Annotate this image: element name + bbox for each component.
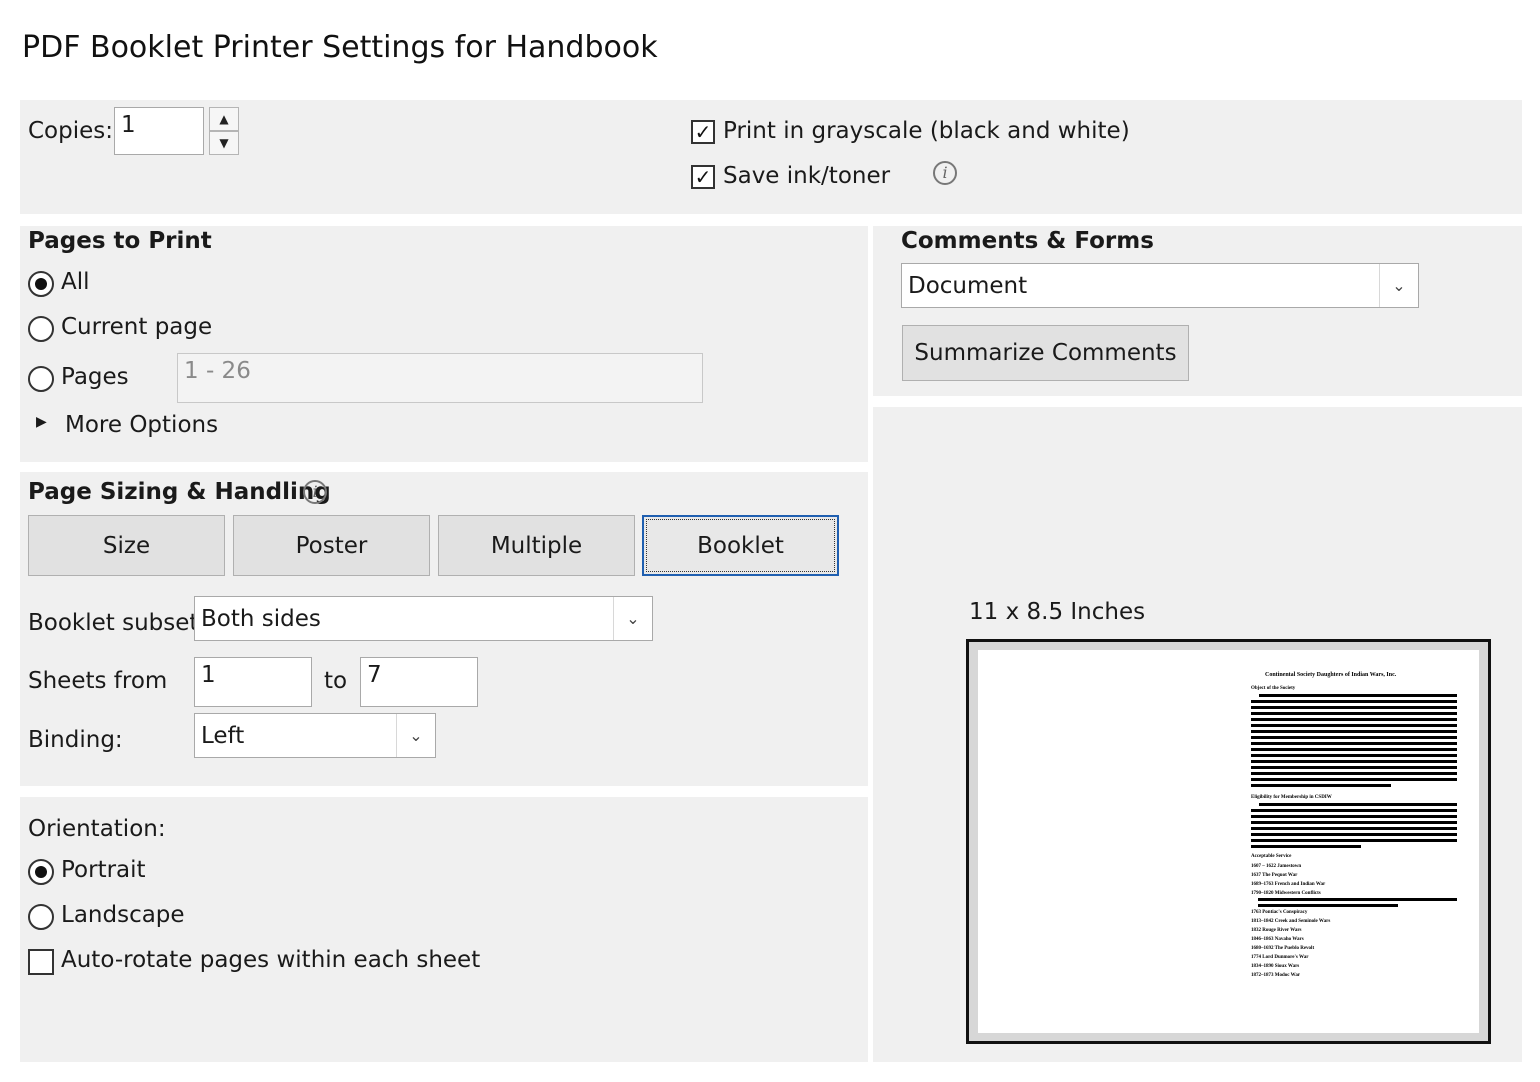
preview-war-item: 1763 Pontiac's Conspiracy [1251, 910, 1308, 915]
landscape-radio[interactable] [28, 904, 54, 930]
multiple-tab-button[interactable]: Multiple [438, 515, 635, 576]
grayscale-label: Print in grayscale (black and white) [723, 118, 1130, 144]
preview-war-item: 1790–1820 Midwestern Conflicts [1251, 891, 1321, 896]
dialog-title: PDF Booklet Printer Settings for Handboo… [22, 30, 658, 65]
save-ink-label: Save ink/toner [723, 163, 891, 189]
chevron-down-icon: ⌄ [613, 597, 652, 640]
landscape-label: Landscape [61, 902, 185, 928]
preview-war-item: 1680–1692 The Pueblo Revolt [1251, 946, 1315, 951]
preview-war-item: 1846–1863 Navaho Wars [1251, 937, 1304, 942]
chevron-down-icon: ⌄ [396, 714, 435, 757]
copies-input[interactable]: 1 [114, 107, 204, 155]
preview-text-block-1 [1251, 694, 1457, 787]
summarize-comments-button[interactable]: Summarize Comments [902, 325, 1189, 381]
preview-war-item: 1774 Lord Dunmore's War [1251, 955, 1309, 960]
pages-range-label: Pages [61, 364, 129, 390]
sheets-to-label: to [324, 668, 348, 694]
poster-tab-button[interactable]: Poster [233, 515, 430, 576]
all-pages-radio[interactable] [28, 271, 54, 297]
preview-war-item: 1607 – 1622 Jamestown [1251, 864, 1302, 869]
portrait-radio[interactable] [28, 859, 54, 885]
booklet-subset-label: Booklet subset: [28, 610, 207, 636]
preview-war-item: 1872–1873 Modoc War [1251, 973, 1301, 978]
copies-decrement-button[interactable]: ▼ [209, 131, 239, 155]
booklet-subset-value: Both sides [201, 605, 321, 632]
pages-to-print-heading: Pages to Print [28, 228, 212, 254]
preview-war-item: 1813–1842 Creek and Seminole Wars [1251, 919, 1331, 924]
copies-label: Copies: [28, 118, 114, 144]
comments-forms-value: Document [908, 272, 1028, 299]
preview-text-block-3 [1258, 898, 1457, 907]
sheets-to-input[interactable]: 7 [360, 657, 478, 707]
save-ink-checkbox[interactable]: ✓ [691, 165, 715, 189]
pages-range-radio[interactable] [28, 366, 54, 392]
binding-select[interactable]: Left ⌄ [194, 713, 436, 758]
preview-war-item: 1834–1890 Sioux Wars [1251, 964, 1300, 969]
more-options-toggle[interactable]: More Options [65, 412, 218, 438]
copies-increment-button[interactable]: ▲ [209, 107, 239, 131]
booklet-tab-button[interactable]: Booklet [642, 515, 839, 576]
page-sizing-info-icon[interactable]: i [303, 480, 327, 504]
preview-war-item: 1832 Rouge River Wars [1251, 928, 1302, 933]
up-arrow-icon: ▲ [219, 112, 229, 126]
pages-range-input[interactable]: 1 - 26 [177, 353, 703, 403]
preview-text-block-2 [1251, 803, 1457, 848]
down-arrow-icon: ▼ [219, 136, 229, 150]
comments-forms-heading: Comments & Forms [901, 228, 1154, 254]
preview-section-heading-2: Eligibility for Membership in CSDIW [1251, 795, 1332, 800]
print-preview-frame: Continental Society Daughters of Indian … [966, 639, 1491, 1044]
grayscale-checkbox[interactable]: ✓ [691, 120, 715, 144]
preview-section-heading-3: Acceptable Service [1251, 854, 1292, 859]
size-tab-button[interactable]: Size [28, 515, 225, 576]
preview-size-label: 11 x 8.5 Inches [969, 599, 1146, 625]
autorotate-label: Auto-rotate pages within each sheet [61, 947, 481, 973]
comments-forms-select[interactable]: Document ⌄ [901, 263, 1419, 308]
more-options-expander-icon[interactable]: ▶ [36, 414, 47, 430]
binding-label: Binding: [28, 727, 123, 753]
booklet-subset-select[interactable]: Both sides ⌄ [194, 596, 653, 641]
orientation-heading: Orientation: [28, 816, 166, 842]
print-preview-page: Continental Society Daughters of Indian … [978, 650, 1479, 1033]
autorotate-checkbox[interactable] [28, 949, 54, 975]
preview-war-item: 1637 The Pequot War [1251, 873, 1298, 878]
current-page-radio[interactable] [28, 316, 54, 342]
sheets-from-label: Sheets from [28, 668, 168, 694]
all-pages-label: All [61, 269, 90, 295]
portrait-label: Portrait [61, 857, 146, 883]
preview-doc-title: Continental Society Daughters of Indian … [1265, 672, 1397, 678]
binding-value: Left [201, 722, 245, 749]
current-page-label: Current page [61, 314, 213, 340]
chevron-down-icon: ⌄ [1379, 264, 1418, 307]
preview-war-item: 1689–1763 French and Indian War [1251, 882, 1326, 887]
preview-section-heading: Object of the Society [1251, 686, 1296, 691]
sheets-from-input[interactable]: 1 [194, 657, 312, 707]
save-ink-info-icon[interactable]: i [933, 161, 957, 185]
page-sizing-heading: Page Sizing & Handling [28, 479, 331, 505]
